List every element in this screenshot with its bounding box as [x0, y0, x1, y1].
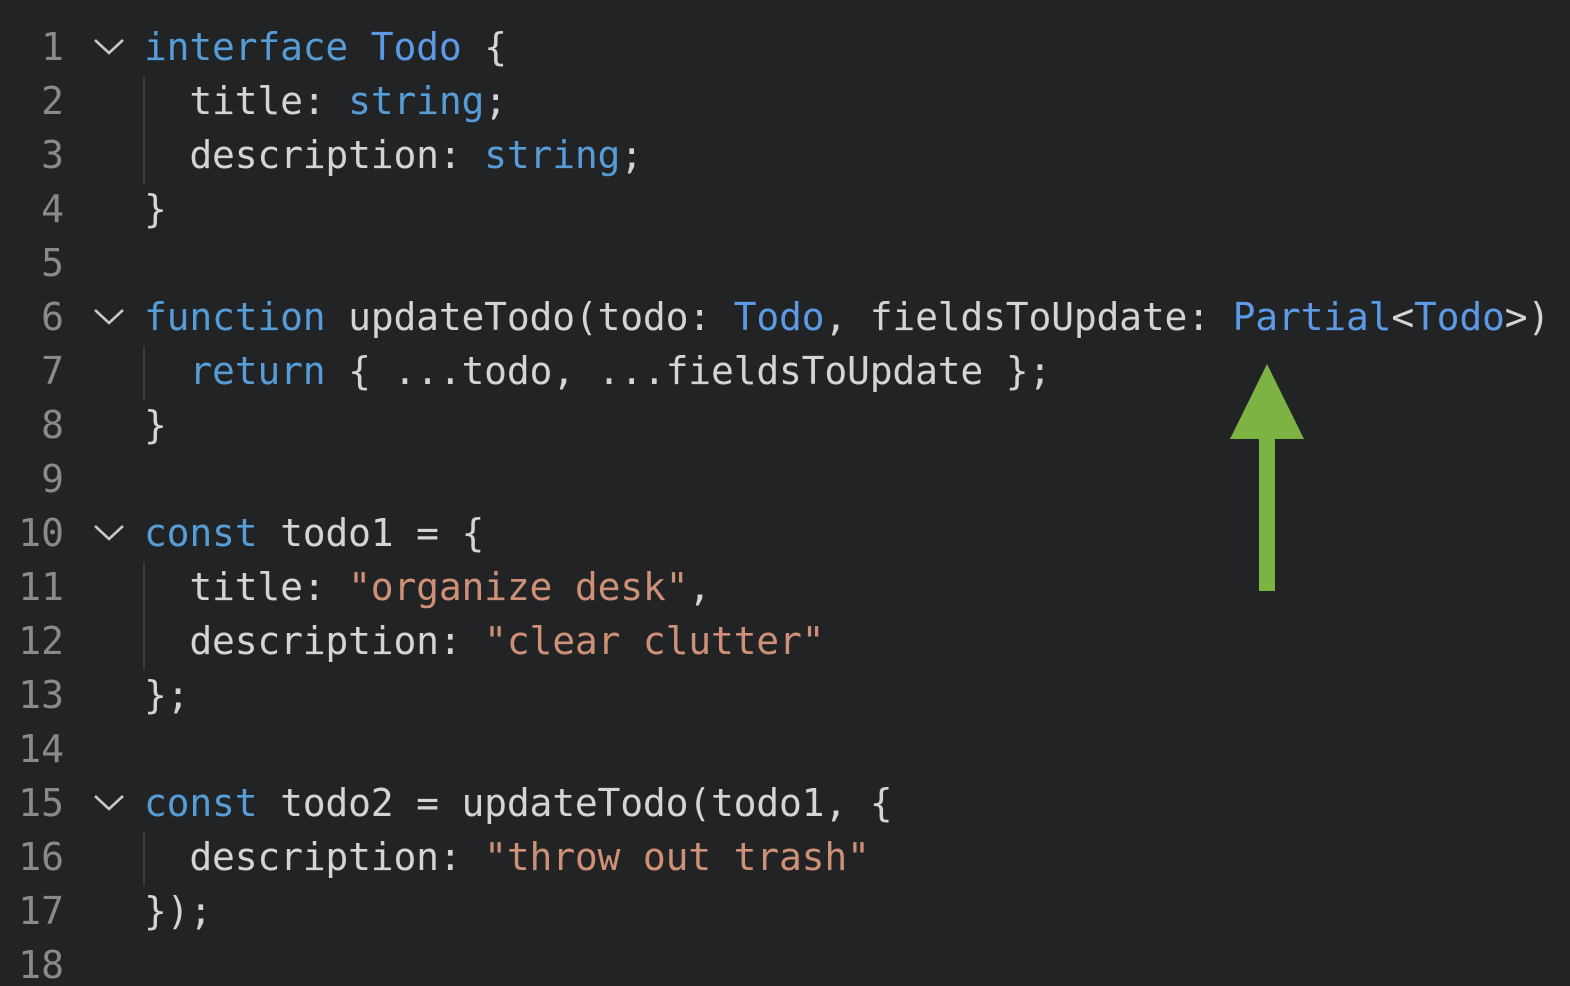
- code-line[interactable]: 8}: [0, 398, 1570, 452]
- code-token: const: [144, 511, 258, 555]
- code-token: title:: [144, 79, 349, 123]
- code-text: description: "throw out trash": [144, 830, 870, 884]
- code-line[interactable]: 11 title: "organize desk",: [0, 560, 1570, 614]
- code-text: description: string;: [144, 128, 643, 182]
- code-token: Todo: [733, 295, 825, 339]
- chevron-down-icon[interactable]: [92, 522, 126, 544]
- line-number: 8: [41, 403, 64, 447]
- code-line[interactable]: 14: [0, 722, 1570, 776]
- code-token: { ...todo, ...fieldsToUpdate };: [325, 349, 1052, 393]
- code-token: title:: [144, 565, 349, 609]
- code-token: Partial: [1232, 295, 1392, 339]
- code-token: >) {: [1504, 295, 1551, 339]
- code-text: }: [144, 182, 167, 236]
- line-number: 2: [41, 79, 64, 123]
- code-token: <: [1391, 295, 1414, 339]
- line-number: 1: [41, 25, 64, 69]
- code-token: interface: [144, 25, 349, 69]
- code-token: "clear clutter": [484, 619, 825, 663]
- line-number: 9: [41, 457, 64, 501]
- code-text: }: [144, 398, 167, 452]
- code-token: Todo: [1414, 295, 1505, 339]
- line-number: 13: [18, 673, 64, 717]
- line-number: 16: [18, 835, 64, 879]
- line-number: 5: [41, 241, 64, 285]
- code-line[interactable]: 13};: [0, 668, 1570, 722]
- code-line[interactable]: 2 title: string;: [0, 74, 1570, 128]
- code-token: description:: [144, 619, 485, 663]
- arrow-shaft: [1259, 438, 1275, 591]
- line-number: 14: [18, 727, 64, 771]
- code-token: string: [348, 79, 485, 123]
- code-line[interactable]: 10 const todo1 = {: [0, 506, 1570, 560]
- line-number: 10: [18, 511, 64, 555]
- code-token: ;: [620, 133, 643, 177]
- code-line[interactable]: 17});: [0, 884, 1570, 938]
- indent-guide: [143, 832, 145, 886]
- code-line[interactable]: 16 description: "throw out trash": [0, 830, 1570, 884]
- code-text: const todo1 = {: [144, 506, 484, 560]
- code-text: description: "clear clutter": [144, 614, 824, 668]
- arrow-head: [1230, 364, 1304, 439]
- line-number: 15: [18, 781, 64, 825]
- code-token: string: [484, 133, 621, 177]
- code-line[interactable]: 7 return { ...todo, ...fieldsToUpdate };: [0, 344, 1570, 398]
- code-text: function updateTodo(todo: Todo, fieldsTo…: [144, 290, 1570, 344]
- code-line[interactable]: 4}: [0, 182, 1570, 236]
- code-token: updateTodo(todo:: [325, 295, 734, 339]
- code-text: };: [144, 668, 190, 722]
- code-text: return { ...todo, ...fieldsToUpdate };: [144, 344, 1051, 398]
- indent-guide: [143, 76, 145, 184]
- line-number: 12: [18, 619, 64, 663]
- code-token: {: [461, 25, 507, 69]
- code-text: interface Todo {: [144, 20, 507, 74]
- code-line[interactable]: 5: [0, 236, 1570, 290]
- line-number: 18: [18, 943, 64, 986]
- indent-guide: [143, 346, 145, 400]
- code-line[interactable]: 18: [0, 938, 1570, 986]
- code-line[interactable]: 15 const todo2 = updateTodo(todo1, {: [0, 776, 1570, 830]
- code-line[interactable]: 12 description: "clear clutter": [0, 614, 1570, 668]
- code-text: const todo2 = updateTodo(todo1, {: [144, 776, 893, 830]
- line-number: 17: [18, 889, 64, 933]
- code-token: description:: [144, 835, 485, 879]
- line-number: 7: [41, 349, 64, 393]
- code-token: ;: [484, 79, 507, 123]
- code-token: todo1 = {: [257, 511, 485, 555]
- code-editor[interactable]: 1 interface Todo {2 title: string; 3 descr…: [0, 0, 1570, 986]
- line-number: 3: [41, 133, 64, 177]
- code-token: "organize desk": [348, 565, 689, 609]
- code-token: }: [144, 403, 167, 447]
- code-line[interactable]: 9: [0, 452, 1570, 506]
- code-line[interactable]: 3 description: string;: [0, 128, 1570, 182]
- code-token: "throw out trash": [484, 835, 870, 879]
- code-token: todo2 = updateTodo(todo1, {: [257, 781, 893, 825]
- indent-guide: [143, 562, 145, 670]
- code-token: , fieldsToUpdate:: [824, 295, 1233, 339]
- chevron-down-icon[interactable]: [92, 36, 126, 58]
- chevron-down-icon[interactable]: [92, 792, 126, 814]
- code-token: Todo: [370, 25, 462, 69]
- code-token: description:: [144, 133, 485, 177]
- code-token: return: [189, 349, 326, 393]
- code-line[interactable]: 1 interface Todo {: [0, 20, 1570, 74]
- code-text: title: string;: [144, 74, 507, 128]
- code-token: });: [144, 889, 213, 933]
- code-text: title: "organize desk",: [144, 560, 711, 614]
- line-number: 4: [41, 187, 64, 231]
- up-arrow-icon: [1230, 364, 1304, 591]
- line-number: 6: [41, 295, 64, 339]
- chevron-down-icon[interactable]: [92, 306, 126, 328]
- code-token: const: [144, 781, 258, 825]
- code-token: ,: [688, 565, 711, 609]
- code-token: }: [144, 187, 167, 231]
- code-token: function: [144, 295, 326, 339]
- code-token: };: [144, 673, 190, 717]
- code-text: });: [144, 884, 212, 938]
- code-line[interactable]: 6 function updateTodo(todo: Todo, fieldsT…: [0, 290, 1570, 344]
- line-number: 11: [18, 565, 64, 609]
